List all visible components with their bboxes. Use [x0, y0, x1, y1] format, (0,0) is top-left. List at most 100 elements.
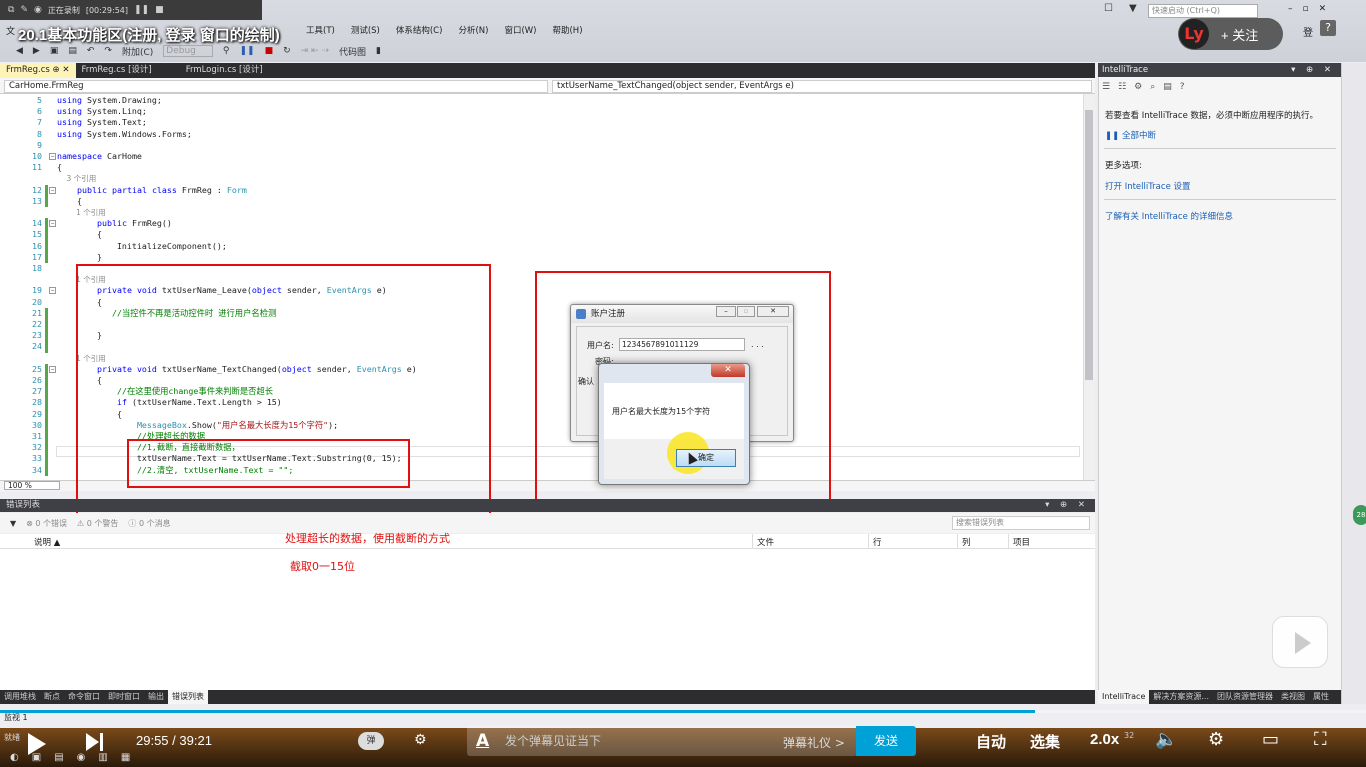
col-column[interactable]: 列 — [962, 536, 971, 548]
tab-frmlogin-designer[interactable]: FrmLogin.cs [设计] — [158, 63, 269, 78]
speed-button[interactable]: 2.0x — [1090, 731, 1119, 748]
forward-icon[interactable]: ▶ — [33, 46, 40, 56]
quick-launch-input[interactable]: 快速启动 (Ctrl+Q) — [1148, 4, 1258, 18]
config-select[interactable]: Debug — [163, 45, 213, 57]
fold-toggle-icon[interactable]: − — [49, 186, 56, 194]
picture-in-picture-icon[interactable]: ▭ — [1262, 729, 1279, 750]
progress-fill[interactable] — [0, 710, 1036, 713]
learn-more-link[interactable]: 了解有关 IntelliTrace 的详细信息 — [1105, 210, 1233, 222]
tab-error-list[interactable]: 错误列表 — [168, 690, 208, 704]
app-icon[interactable]: ▣ — [32, 752, 41, 767]
pause-record-icon[interactable]: ❚❚ — [134, 5, 149, 15]
break-all-link[interactable]: ❚❚ 全部中断 — [1105, 129, 1156, 141]
follow-button[interactable]: Ly + 关注 — [1178, 18, 1283, 50]
back-icon[interactable]: ◀ — [16, 46, 23, 56]
app-icon[interactable]: ◉ — [77, 752, 86, 767]
large-play-icon[interactable] — [1272, 616, 1328, 668]
menu-architecture[interactable]: 体系结构(C) — [396, 24, 443, 36]
editor-scroll-thumb[interactable] — [1085, 110, 1093, 380]
search-icon[interactable]: ⌕ — [1150, 82, 1155, 92]
help-icon[interactable]: ? — [1320, 20, 1336, 36]
calls-icon[interactable]: ☷ — [1118, 82, 1126, 92]
codemap-button[interactable]: 代码图 — [339, 45, 366, 58]
attach-button[interactable]: 附加(C) — [122, 45, 153, 58]
settings-icon[interactable]: ⚙ — [1134, 82, 1142, 92]
tab-properties[interactable]: 属性 — [1309, 690, 1333, 704]
tab-command-window[interactable]: 命令窗口 — [64, 690, 104, 704]
find-icon[interactable]: ⚲ — [223, 46, 230, 56]
col-description[interactable]: 说明 ▲ — [34, 536, 60, 548]
zoom-select[interactable]: 100 % — [4, 481, 60, 490]
maximize-icon[interactable]: ▫ — [737, 306, 755, 317]
menu-analyze[interactable]: 分析(N) — [458, 24, 488, 36]
danmu-settings-icon[interactable]: ⚙ — [414, 732, 427, 748]
code-line[interactable]: 1 个引用 — [0, 207, 1080, 218]
warnings-filter[interactable]: ⚠ 0 个警告 — [77, 518, 118, 529]
sign-in-link[interactable]: 登 — [1303, 24, 1313, 39]
tab-immediate[interactable]: 即时窗口 — [104, 690, 144, 704]
code-line[interactable]: 14− public FrmReg() — [0, 218, 1080, 230]
code-line[interactable]: 5 using System.Drawing; — [0, 95, 1080, 106]
save-icon[interactable]: ▤ — [68, 46, 77, 56]
help-icon[interactable]: ? — [1180, 82, 1185, 92]
minimize-icon[interactable]: – — [716, 306, 736, 317]
code-line[interactable]: 16 InitializeComponent(); — [0, 240, 1080, 252]
window-controls[interactable]: –▫✕ — [1288, 4, 1336, 14]
stop-record-icon[interactable]: ■ — [155, 5, 164, 15]
col-project[interactable]: 项目 — [1013, 536, 1030, 548]
undo-icon[interactable]: ↶ — [87, 46, 95, 56]
fold-toggle-icon[interactable]: − — [49, 220, 56, 228]
volume-icon[interactable]: 🔈 — [1155, 729, 1177, 750]
close-icon[interactable]: ✕ — [711, 364, 745, 377]
menu-file[interactable]: 文 — [6, 24, 15, 37]
list-icon[interactable]: ☰ — [1102, 82, 1110, 92]
danmu-toggle[interactable]: 弹 — [358, 732, 384, 750]
watch-window-label[interactable]: 监视 1 — [0, 704, 1366, 728]
code-line[interactable]: 15 { — [0, 229, 1080, 241]
settings-icon[interactable]: ⚙ — [1208, 729, 1224, 750]
restart-icon[interactable]: ↻ — [283, 46, 291, 56]
uploader-avatar[interactable]: Ly — [1179, 19, 1209, 49]
stop-icon[interactable]: ■ — [265, 46, 274, 56]
tab-team-explorer[interactable]: 团队资源管理器 — [1213, 690, 1277, 704]
col-file[interactable]: 文件 — [757, 536, 774, 548]
tab-call-stack[interactable]: 调用堆栈 — [0, 690, 40, 704]
code-line[interactable]: 17 } — [0, 251, 1080, 263]
step-icons[interactable]: ⇥ ⇤ ⇢ — [301, 46, 329, 56]
menu-test[interactable]: 测试(S) — [351, 24, 380, 36]
messages-filter[interactable]: ⓘ 0 个消息 — [128, 518, 170, 529]
pause-icon[interactable]: ❚❚ — [239, 46, 254, 56]
username-input[interactable]: 1234567891011129 — [619, 338, 745, 351]
app-icon[interactable]: ▤ — [54, 752, 63, 767]
redo-icon[interactable]: ↷ — [104, 46, 112, 56]
filter-icon[interactable]: ▼ — [1129, 3, 1137, 14]
code-line[interactable]: 12− public partial class FrmReg : Form — [0, 184, 1080, 196]
app-icon[interactable]: ▦ — [121, 752, 130, 767]
app-icon[interactable]: ▥ — [98, 752, 107, 767]
danmu-style-icon[interactable]: A — [476, 731, 489, 751]
start-icon[interactable]: ◐ — [10, 752, 19, 767]
code-line[interactable]: 13 { — [0, 195, 1080, 207]
close-icon[interactable]: ✕ — [757, 306, 789, 317]
tab-breakpoints[interactable]: 断点 — [40, 690, 64, 704]
filter-icon[interactable]: ▼ — [10, 519, 16, 528]
fold-toggle-icon[interactable]: − — [49, 365, 56, 373]
code-line[interactable]: 3 个引用 — [0, 173, 1080, 184]
member-dropdown[interactable]: txtUserName_TextChanged(object sender, E… — [552, 80, 1092, 93]
menu-tools[interactable]: 工具(T) — [306, 24, 335, 36]
code-line[interactable]: 9 — [0, 140, 1080, 151]
panel-controls[interactable]: ▾ ⊕ ✕ — [1291, 63, 1335, 77]
code-line[interactable]: 8 using System.Windows.Forms; — [0, 129, 1080, 140]
errors-filter[interactable]: ⊗ 0 个错误 — [26, 518, 67, 529]
quality-button[interactable]: 自动 — [976, 731, 1006, 752]
fold-toggle-icon[interactable]: − — [49, 287, 56, 295]
menu-help[interactable]: 帮助(H) — [552, 24, 582, 36]
tab-class-view[interactable]: 类视图 — [1277, 690, 1309, 704]
episodes-button[interactable]: 选集 — [1030, 731, 1060, 752]
tab-intellitrace[interactable]: IntelliTrace — [1098, 690, 1150, 704]
code-line[interactable]: 10− namespace CarHome — [0, 151, 1080, 162]
next-icon[interactable] — [86, 733, 99, 751]
tab-output[interactable]: 输出 — [144, 690, 168, 704]
save-icon[interactable]: ▤ — [1163, 82, 1172, 92]
code-line[interactable]: 11 { — [0, 162, 1080, 173]
